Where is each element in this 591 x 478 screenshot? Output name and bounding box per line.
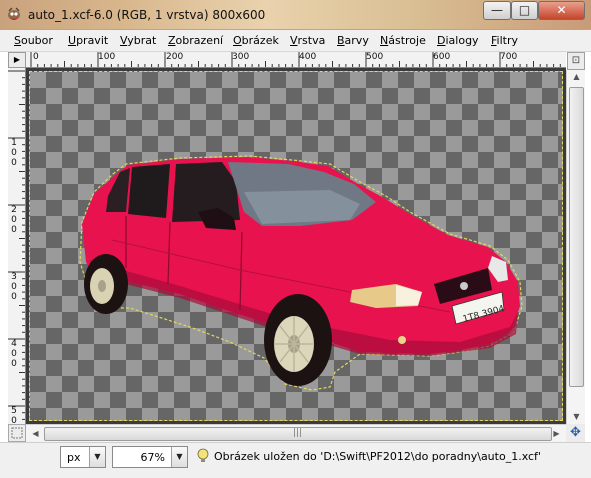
scroll-left-icon[interactable]: ◀ [28, 427, 43, 441]
ruler-label: 2 [11, 205, 17, 215]
unit-value: px [67, 451, 81, 464]
ruler-label: 200 [166, 52, 184, 62]
horizontal-scrollbar[interactable]: ◀ ||| ▶ [26, 424, 566, 442]
image-canvas[interactable]: 1T8 3904 [29, 71, 563, 421]
window-title: auto_1.xcf-6.0 (RGB, 1 vrstva) 800x600 [28, 8, 266, 22]
menu-vrstva[interactable]: Vrstva [290, 34, 325, 47]
ruler-label: 500 [366, 52, 384, 62]
ruler-label: 4 [11, 339, 17, 349]
zoom-fit-icon[interactable]: ⊡ [567, 52, 585, 70]
ruler-label: 0 [11, 359, 17, 369]
minimize-button[interactable]: — [483, 1, 511, 20]
menu-nastroje[interactable]: Nástroje [380, 34, 426, 47]
menu-zobrazeni[interactable]: Zobrazení [168, 34, 223, 47]
title-bar: auto_1.xcf-6.0 (RGB, 1 vrstva) 800x600 —… [0, 0, 591, 30]
chevron-down-icon[interactable]: ▼ [89, 447, 105, 467]
ruler-label: 700 [500, 52, 518, 62]
ruler-label: 400 [299, 52, 317, 62]
ruler-label: 1 [11, 138, 17, 148]
maximize-button[interactable]: □ [511, 1, 538, 20]
scroll-up-icon[interactable]: ▲ [569, 70, 584, 84]
quick-mask-icon [11, 427, 23, 439]
close-button[interactable]: ✕ [538, 1, 585, 20]
ruler-label: 0 [11, 416, 17, 425]
lightbulb-icon [197, 448, 209, 462]
menu-upravit[interactable]: Upravit [68, 34, 108, 47]
ruler-label: 600 [433, 52, 451, 62]
ruler-label: 0 [11, 292, 17, 302]
unit-select[interactable]: px ▼ [60, 446, 106, 468]
ruler-label: 0 [11, 349, 17, 359]
ruler-label: 0 [11, 215, 17, 225]
zoom-value: 67% [140, 451, 165, 464]
ruler-label: 0 [11, 282, 17, 292]
chevron-down-icon[interactable]: ▼ [171, 447, 187, 467]
zoom-select[interactable]: 67% ▼ [112, 446, 188, 468]
horizontal-ruler[interactable]: 0 100 200 300 400 500 600 700 [26, 52, 566, 68]
ruler-label: 5 [11, 406, 17, 416]
menu-obrazek[interactable]: Obrázek [233, 34, 279, 47]
canvas-area[interactable]: 1T8 3904 [26, 68, 566, 424]
horizontal-scroll-thumb[interactable]: ||| [44, 427, 552, 441]
vertical-ruler[interactable]: 1 0 0 2 0 0 3 0 0 4 0 0 5 0 [8, 68, 26, 424]
menu-filtry[interactable]: Filtry [491, 34, 518, 47]
ruler-label: 0 [11, 148, 17, 158]
menu-dialogy[interactable]: Dialogy [437, 34, 479, 47]
scroll-right-icon[interactable]: ▶ [549, 427, 564, 441]
vertical-scroll-thumb[interactable] [569, 87, 584, 387]
quick-mask-toggle[interactable] [8, 424, 26, 442]
vertical-scrollbar[interactable]: ▲ ▼ [566, 70, 585, 424]
vertical-ruler-ticks [8, 70, 25, 420]
ruler-label: 0 [33, 52, 39, 62]
menu-soubor[interactable]: Soubor [14, 34, 53, 47]
menu-bar: Soubor Upravit Vybrat Zobrazení Obrázek … [0, 30, 591, 52]
ruler-label: 300 [232, 52, 250, 62]
menu-barvy[interactable]: Barvy [337, 34, 369, 47]
ruler-label: 3 [11, 272, 17, 282]
navigate-icon[interactable]: ✥ [566, 424, 585, 442]
status-message: Obrázek uložen do 'D:\Swift\PF2012\do po… [214, 450, 541, 463]
menu-vybrat[interactable]: Vybrat [120, 34, 156, 47]
scroll-down-icon[interactable]: ▼ [569, 410, 584, 424]
gimp-icon [8, 7, 20, 21]
ruler-label: 0 [11, 158, 17, 168]
image-menu-button[interactable]: ▶ [8, 52, 26, 68]
car-image: 1T8 3904 [79, 155, 523, 391]
ruler-label: 100 [98, 52, 116, 62]
grip-icon: ||| [293, 428, 303, 438]
ruler-label: 0 [11, 225, 17, 235]
